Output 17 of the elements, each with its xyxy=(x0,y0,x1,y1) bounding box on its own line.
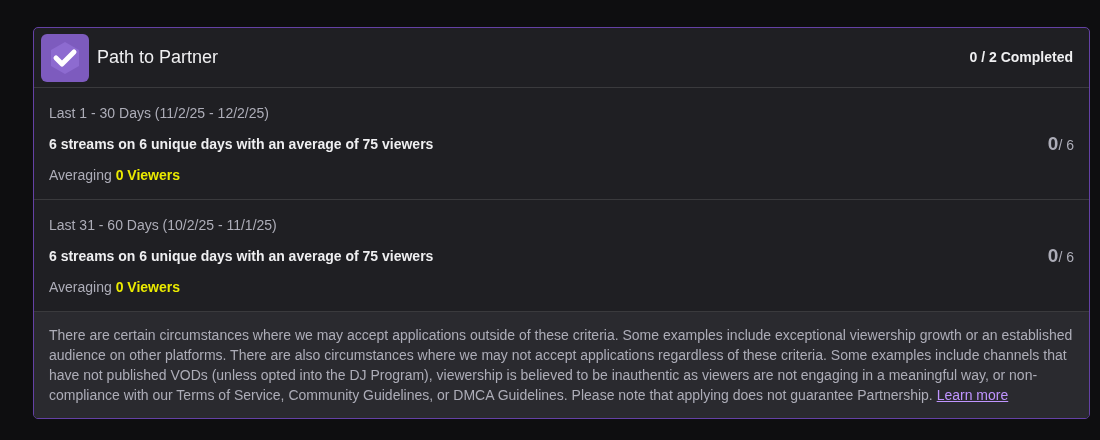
disclaimer-paragraph: There are certain circumstances where we may accept applications outside of these criteria. Some examples include exceptional viewership growth or an established audience on other platforms. There are also circumstances where we may not accept applications regardless of these criteria. Some examples include channels that have not published VODs (unless opted into the DJ Program), viewership is believed to be inauthentic as viewers are not engaging in a meaningful way, or non-compliance with our Terms of Service, Community Guidelines, or DMCA Guidelines. Please note that applying does not guarantee Partnership. Learn more xyxy=(49,326,1074,405)
learn-more-link[interactable]: Learn more xyxy=(936,387,1009,403)
badge-check-icon xyxy=(41,33,89,82)
completion-count: 0 / 2 Completed xyxy=(969,48,1073,67)
stream-total: / 6 xyxy=(1058,248,1074,268)
viewer-average: 0 Viewers xyxy=(115,167,181,183)
requirement-text: 6 streams on 6 unique days with an average of 75 viewers xyxy=(49,247,435,266)
viewer-average: 0 Viewers xyxy=(115,279,181,295)
stream-count: 0 xyxy=(1047,132,1059,157)
stream-count: 0 xyxy=(1047,244,1059,269)
stream-total: / 6 xyxy=(1058,136,1074,156)
requirement-text: 6 streams on 6 unique days with an average of 75 viewers xyxy=(49,135,435,154)
averaging-label: Averaging xyxy=(49,279,112,295)
card-title: Path to Partner xyxy=(97,46,219,69)
period-label: Last 31 - 60 Days (10/2/25 - 11/1/25) xyxy=(49,216,278,235)
averaging-label: Averaging xyxy=(49,167,112,183)
period-label: Last 1 - 30 Days (11/2/25 - 12/2/25) xyxy=(49,104,270,123)
